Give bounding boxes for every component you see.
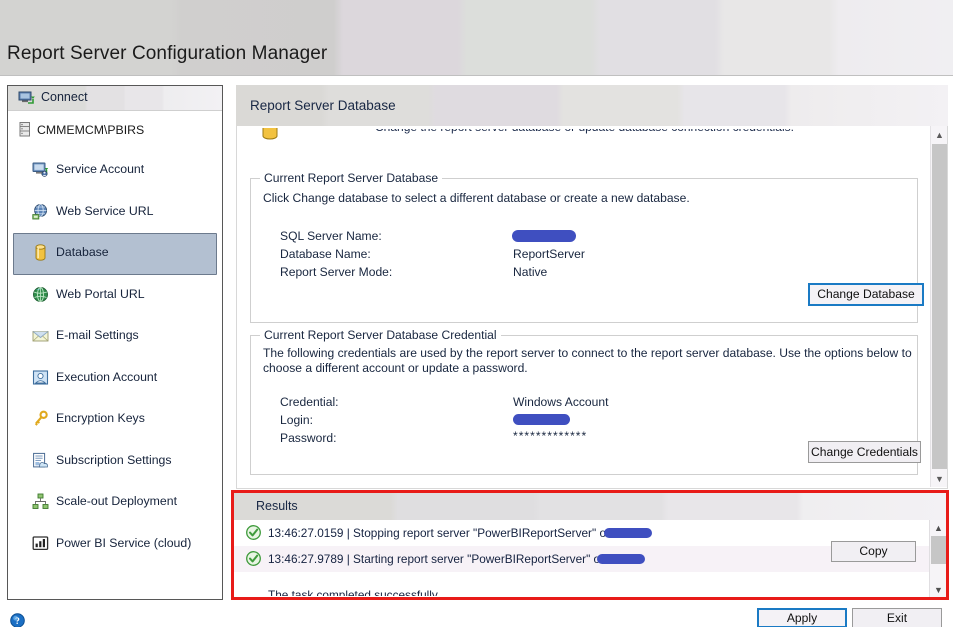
field-label-credential: Credential: xyxy=(280,395,339,409)
globe-icon xyxy=(33,286,48,302)
page-title: Report Server Database xyxy=(250,98,396,113)
success-check-icon xyxy=(246,551,261,566)
connect-toolbar[interactable]: Connect xyxy=(8,86,222,111)
sidebar-item-label: Encryption Keys xyxy=(56,411,145,425)
service-account-icon xyxy=(32,162,49,177)
execution-account-icon xyxy=(32,369,49,385)
field-value-password: ************* xyxy=(513,429,588,443)
sidebar-item-execution-account[interactable]: Execution Account xyxy=(13,358,217,400)
content-body: Change the report server database or upd… xyxy=(236,126,948,489)
window-title: Report Server Configuration Manager xyxy=(7,43,328,64)
field-value-database-name: ReportServer xyxy=(513,247,585,261)
page-intro-text: Change the report server database or upd… xyxy=(375,126,794,134)
group-description-line-2: choose a different account or update a p… xyxy=(263,361,528,375)
redaction-mark-login xyxy=(513,414,570,425)
chevron-down-icon[interactable]: ▼ xyxy=(931,470,947,487)
title-bar: Report Server Configuration Manager xyxy=(0,0,953,76)
result-text: 13:46:27.9789 | Starting report server "… xyxy=(268,552,619,566)
scrollbar-thumb[interactable] xyxy=(931,536,946,564)
sidebar-item-label: Power BI Service (cloud) xyxy=(56,535,192,550)
server-icon xyxy=(19,122,30,137)
apply-button[interactable]: Apply xyxy=(757,608,847,628)
sidebar-item-web-portal-url[interactable]: Web Portal URL xyxy=(13,275,217,317)
sidebar-item-label: Scale-out Deployment xyxy=(56,494,177,508)
change-database-button[interactable]: Change Database xyxy=(808,283,924,306)
envelope-icon xyxy=(32,331,49,342)
field-label-database-name: Database Name: xyxy=(280,247,371,261)
sidebar-item-label: Execution Account xyxy=(56,369,158,384)
subscription-icon xyxy=(33,452,48,467)
field-label-login: Login: xyxy=(280,413,313,427)
redaction-mark-hostname xyxy=(604,528,652,538)
results-title: Results xyxy=(256,499,298,513)
redaction-mark-sql-server-name xyxy=(512,230,576,242)
result-row[interactable]: 13:46:27.0159 | Stopping report server "… xyxy=(234,520,929,546)
sidebar-item-scale-out-deployment[interactable]: Scale-out Deployment xyxy=(13,482,217,524)
scale-out-icon xyxy=(32,493,49,509)
sidebar-item-label: E-mail Settings xyxy=(56,328,139,342)
field-label-sql-server-name: SQL Server Name: xyxy=(280,229,382,243)
success-check-icon xyxy=(246,525,261,540)
tree-root-label: CMMEMCM\PBIRS xyxy=(37,123,145,137)
help-icon[interactable]: ? xyxy=(10,613,25,628)
results-list: 13:46:27.0159 | Stopping report server "… xyxy=(234,520,929,597)
database-icon xyxy=(260,126,280,140)
current-credential-group: Current Report Server Database Credentia… xyxy=(250,328,921,475)
group-title: Current Report Server Database xyxy=(260,171,443,185)
connect-server-icon xyxy=(18,91,35,104)
content-header: Report Server Database xyxy=(236,85,948,126)
current-database-group: Current Report Server Database Click Cha… xyxy=(250,171,924,323)
web-service-url-icon xyxy=(32,203,48,219)
result-text: The task completed successfully. xyxy=(268,588,441,596)
navigation-tree: CMMEMCM\PBIRS Service Account Web Servic… xyxy=(8,112,222,565)
sidebar-item-database[interactable]: Database xyxy=(13,233,217,275)
results-panel: Results 13:46:27.0159 | Stopping report … xyxy=(231,490,949,600)
sidebar-item-label: Web Portal URL xyxy=(56,286,145,301)
group-description: Click Change database to select a differ… xyxy=(263,191,690,205)
sidebar-item-email-settings[interactable]: E-mail Settings xyxy=(13,316,217,358)
tree-root-node[interactable]: CMMEMCM\PBIRS xyxy=(8,112,222,150)
sidebar-item-label: Database xyxy=(56,245,109,259)
results-header: Results xyxy=(234,493,946,520)
chevron-down-icon[interactable]: ▼ xyxy=(930,582,947,597)
sidebar-item-power-bi-service[interactable]: Power BI Service (cloud) xyxy=(13,524,217,566)
chevron-up-icon[interactable]: ▲ xyxy=(930,520,947,535)
sidebar-item-subscription-settings[interactable]: Subscription Settings xyxy=(13,441,217,483)
database-icon xyxy=(35,244,46,261)
group-title: Current Report Server Database Credentia… xyxy=(260,328,501,342)
result-text: 13:46:27.0159 | Stopping report server "… xyxy=(268,526,625,540)
connect-label: Connect xyxy=(41,90,88,104)
change-credentials-button[interactable]: Change Credentials xyxy=(808,441,921,463)
sidebar-item-label: Web Service URL xyxy=(56,203,154,218)
power-bi-icon xyxy=(32,535,49,550)
key-icon xyxy=(34,410,48,426)
group-description-line-1: The following credentials are used by th… xyxy=(263,346,912,360)
redaction-mark-hostname xyxy=(597,554,645,564)
svg-text:?: ? xyxy=(15,617,20,627)
field-value-credential: Windows Account xyxy=(513,395,609,409)
sidebar: Connect CMMEMCM\PBIRS Service Account We… xyxy=(7,85,223,600)
content-scrollbar[interactable]: ▲ ▼ xyxy=(930,126,947,487)
field-label-password: Password: xyxy=(280,431,337,445)
results-scrollbar[interactable]: ▲ ▼ xyxy=(929,520,946,597)
sidebar-item-label: Service Account xyxy=(56,162,145,176)
report-server-configuration-manager-window: Report Server Configuration Manager Conn… xyxy=(0,0,953,630)
sidebar-item-web-service-url[interactable]: Web Service URL xyxy=(13,192,217,234)
chevron-up-icon[interactable]: ▲ xyxy=(931,126,947,143)
field-value-report-server-mode: Native xyxy=(513,265,548,279)
result-row[interactable]: The task completed successfully. xyxy=(234,572,929,596)
scrollbar-thumb[interactable] xyxy=(932,144,947,469)
copy-button[interactable]: Copy xyxy=(831,541,916,562)
sidebar-item-encryption-keys[interactable]: Encryption Keys xyxy=(13,399,217,441)
sidebar-item-service-account[interactable]: Service Account xyxy=(13,150,217,192)
result-row[interactable]: 13:46:27.9789 | Starting report server "… xyxy=(234,546,929,572)
sidebar-item-label: Subscription Settings xyxy=(56,452,172,467)
field-label-report-server-mode: Report Server Mode: xyxy=(280,265,393,279)
exit-button[interactable]: Exit xyxy=(852,608,942,628)
